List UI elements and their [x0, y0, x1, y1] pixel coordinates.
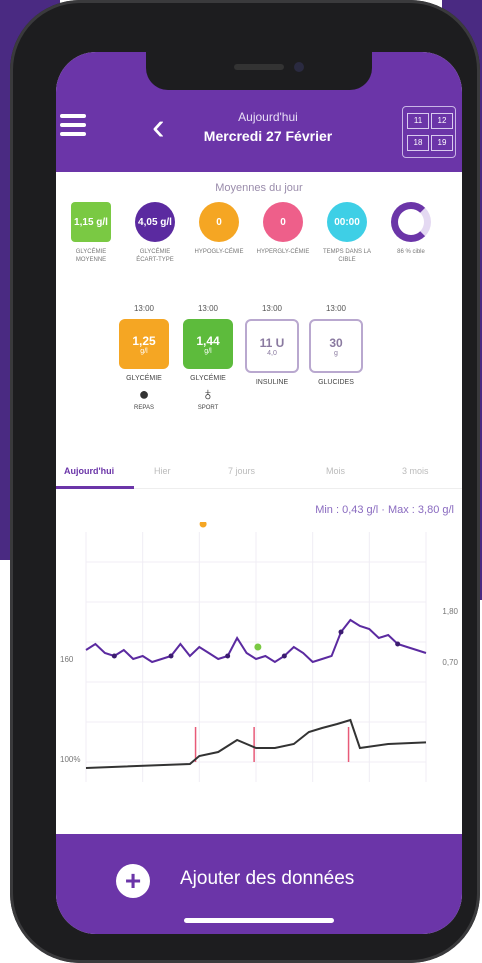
average-value	[391, 202, 431, 242]
back-arrow-icon[interactable]: ‹	[152, 108, 182, 148]
header-date: Mercredi 27 Février	[203, 128, 333, 144]
average-value: 4,05 g/l	[135, 202, 175, 242]
y-label-right: 0,70	[442, 658, 458, 667]
entry-value: 11 U	[259, 335, 285, 350]
calendar-cell: 12	[431, 113, 453, 129]
add-data-button[interactable]: Ajouter des données	[180, 868, 354, 890]
entry-value-box: 1,25 g/l	[119, 319, 169, 369]
glucose-point	[225, 653, 231, 659]
tab-yesterday[interactable]: Hier	[154, 466, 171, 476]
y-label-left: 160	[60, 655, 74, 664]
average-value: 0	[199, 202, 239, 242]
tab-3-months[interactable]: 3 mois	[402, 466, 429, 476]
entry-unit: 4,0	[267, 349, 277, 357]
entry-icon-label: REPAS	[134, 405, 154, 411]
entry-caption: GLUCIDES	[318, 379, 354, 386]
calendar-cell: 11	[407, 113, 429, 129]
phone-notch	[146, 52, 372, 90]
average-item[interactable]: 1,15 g/l GLYCÉMIE MOYENNE	[64, 202, 118, 264]
hamburger-menu-icon[interactable]	[60, 114, 86, 136]
phone-frame: ‹ Aujourd'hui Mercredi 27 Février 11 12 …	[10, 0, 480, 963]
glucose-point	[395, 641, 401, 647]
average-value: 0	[263, 202, 303, 242]
entry-value: 1,44	[196, 333, 220, 348]
average-label: GLYCÉMIE ÉCART-TYPE	[136, 249, 174, 263]
calendar-icon[interactable]: 11 12 18 19	[402, 106, 456, 158]
entry-unit: g	[334, 349, 338, 357]
average-label: TEMPS DANS LA CIBLE	[322, 249, 371, 263]
glucose-point	[111, 653, 117, 659]
average-label: GLYCÉMIE MOYENNE	[75, 249, 107, 263]
averages-title: Moyennes du jour	[215, 182, 303, 194]
tab-month[interactable]: Mois	[326, 466, 345, 476]
entry-card[interactable]: 13:00 30 g GLUCIDES	[308, 304, 364, 386]
entry-value-box: 30 g	[309, 319, 363, 373]
entry-value-box: 11 U 4,0	[245, 319, 299, 373]
average-item[interactable]: 00:00 TEMPS DANS LA CIBLE	[320, 202, 374, 264]
average-label: HYPERGLY-CÉMIE	[256, 249, 310, 255]
tab-today[interactable]: Aujourd'hui	[64, 466, 114, 476]
average-item[interactable]: 4,05 g/l GLYCÉMIE ÉCART-TYPE	[128, 202, 182, 264]
app-screen: ‹ Aujourd'hui Mercredi 27 Février 11 12 …	[56, 52, 462, 934]
entry-value: 1,25	[132, 333, 156, 348]
calendar-cell: 18	[407, 135, 429, 151]
glucose-point	[338, 629, 344, 635]
highlight-point	[199, 522, 207, 528]
period-tabs: Aujourd'hui Hier 7 jours Mois 3 mois	[56, 458, 462, 489]
add-plus-icon[interactable]: +	[116, 864, 150, 898]
entry-time: 13:00	[325, 304, 347, 313]
entry-value: 30	[329, 335, 343, 350]
glucose-point	[168, 653, 174, 659]
average-item[interactable]: 0 HYPERGLY-CÉMIE	[256, 202, 310, 256]
entries-row: 13:00 1,25 g/l GLYCÉMIE ● REPAS 13:00 1,44 g/l GL…	[116, 304, 416, 434]
entry-time: 13:00	[197, 304, 219, 313]
entry-card[interactable]: 13:00 1,44 g/l GLYCÉMIE ♁ SPORT	[180, 304, 236, 411]
tab-7-days[interactable]: 7 jours	[228, 466, 255, 476]
average-item[interactable]: 86 % cible	[384, 202, 438, 256]
entry-value-box: 1,44 g/l	[183, 319, 233, 369]
entry-card[interactable]: 13:00 1,25 g/l GLYCÉMIE ● REPAS	[116, 304, 172, 411]
average-label: 86 % cible	[397, 249, 425, 255]
entry-time: 13:00	[261, 304, 283, 313]
bottom-bar: + Ajouter des données	[56, 834, 462, 934]
entry-card[interactable]: 13:00 11 U 4,0 INSULINE	[244, 304, 300, 386]
glucose-point	[281, 653, 287, 659]
header-title: Aujourd'hui	[238, 110, 298, 124]
glucose-chart[interactable]: 00:0003:0006:0009:0012:0015:0018:0016010…	[56, 522, 462, 782]
entry-caption: GLYCÉMIE	[126, 375, 162, 382]
apple-icon: ●	[138, 384, 150, 404]
min-max-range: Min : 0,43 g/l · Max : 3,80 g/l	[315, 504, 454, 516]
entry-icon-label: SPORT	[197, 405, 219, 411]
averages-row: 1,15 g/l GLYCÉMIE MOYENNE 4,05 g/l GLYCÉMIE…	[64, 202, 458, 282]
highlight-point	[254, 643, 262, 651]
average-label: HYPOGLY-CÉMIE	[194, 249, 244, 255]
average-item[interactable]: 0 HYPOGLY-CÉMIE	[192, 202, 246, 256]
exercise-icon: ♁	[201, 384, 215, 404]
calendar-cell: 19	[431, 135, 453, 151]
entry-caption: INSULINE	[255, 379, 289, 386]
home-indicator	[184, 918, 334, 923]
entry-unit: g/l	[204, 347, 212, 355]
entry-time: 13:00	[133, 304, 155, 313]
entry-unit: g/l	[140, 347, 148, 355]
average-value: 1,15 g/l	[71, 202, 111, 242]
y-label-left: 100%	[60, 755, 80, 764]
active-tab-indicator	[56, 486, 134, 489]
entry-caption: GLYCÉMIE	[190, 375, 226, 382]
y-label-right: 1,80	[442, 607, 458, 616]
average-value: 00:00	[327, 202, 367, 242]
